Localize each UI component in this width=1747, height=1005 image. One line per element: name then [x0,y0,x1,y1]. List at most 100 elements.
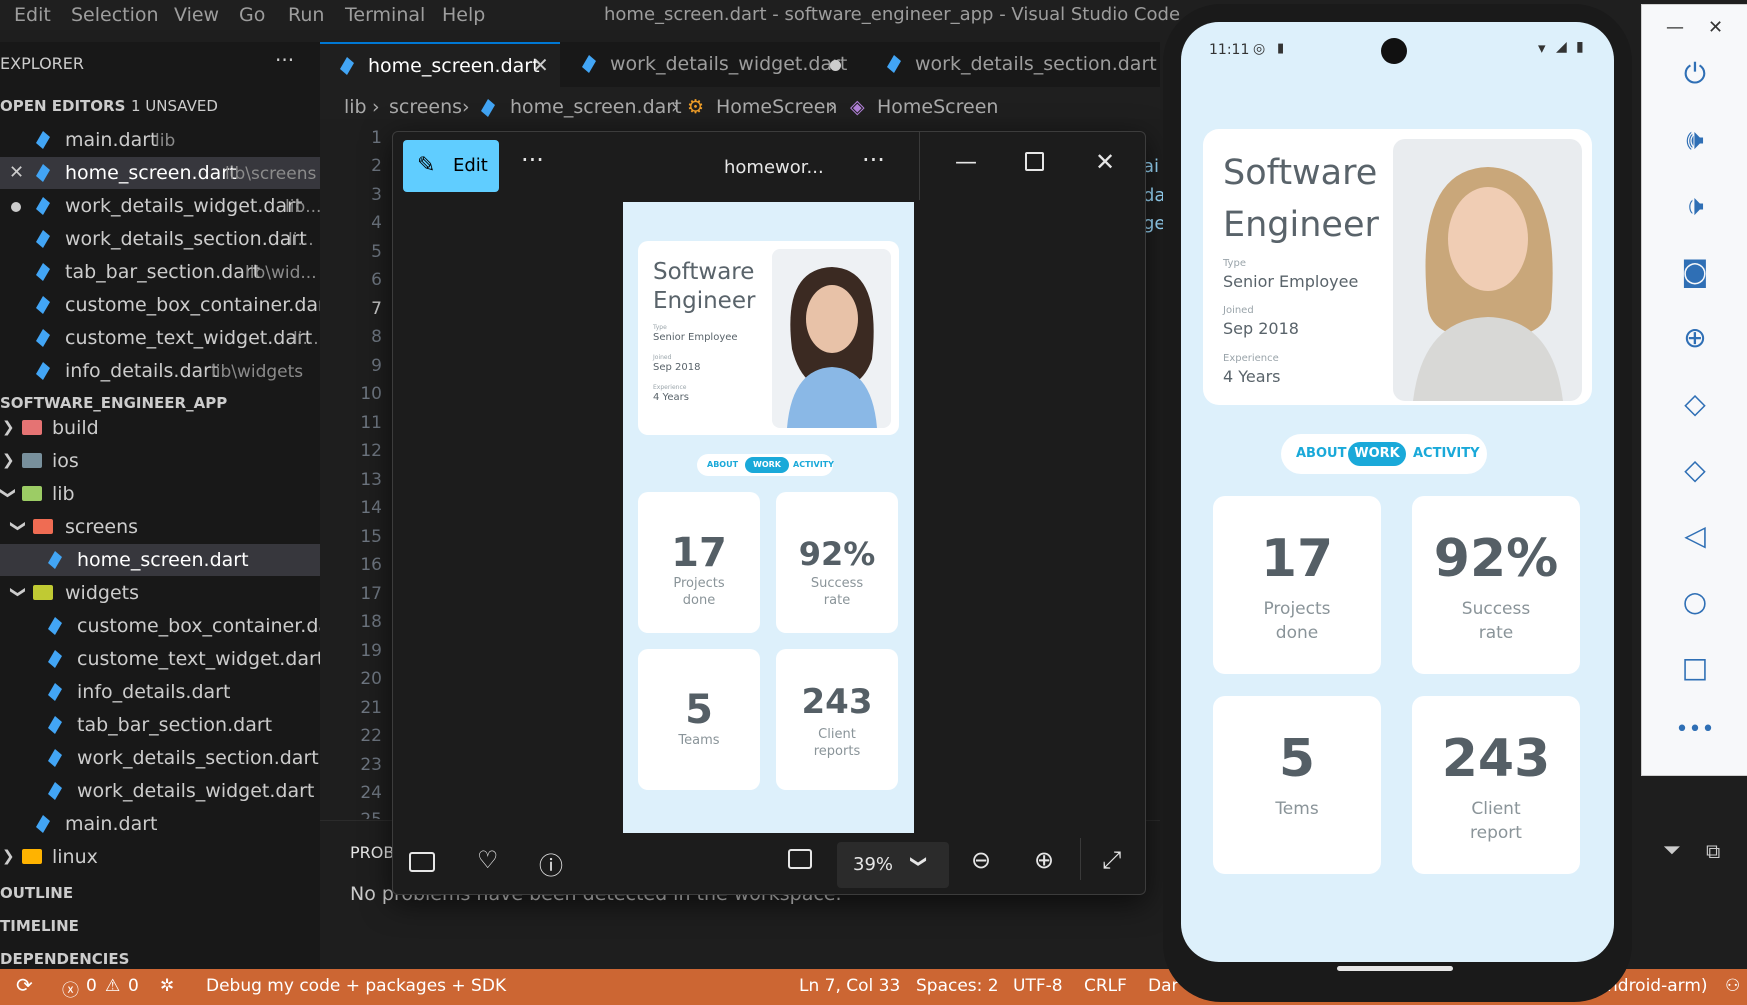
close-icon[interactable]: ✕ [532,53,549,77]
error-icon[interactable]: ⓧ [62,976,79,1001]
tree-file[interactable]: info_details.dart [0,676,320,708]
open-editor-item[interactable]: custome_box_container.dar... [0,289,320,321]
volume-down-icon[interactable]: 🕩 [1642,189,1747,223]
cursor-position[interactable]: Ln 7, Col 33 [799,976,900,996]
device-target[interactable]: ndroid-arm) [1607,976,1708,996]
menu-terminal[interactable]: Terminal [345,4,425,26]
phone-screen[interactable]: 11:11 ◎ ▮ ▾ ◢ ▮ Software Engineer Type S… [1181,22,1614,962]
fullscreen-icon[interactable]: ⤢ [1102,846,1121,874]
filter-icon[interactable]: ⏷ [1663,838,1681,863]
tree-folder-widgets[interactable]: ❯ widgets [0,577,320,609]
back-icon[interactable]: ◁ [1642,519,1747,552]
dependencies-header[interactable]: DEPENDENCIES [0,950,129,968]
tree-file-active[interactable]: home_screen.dart [0,544,320,576]
tab-about[interactable]: ABOUT [707,460,738,469]
actual-size-icon[interactable] [788,849,812,869]
breadcrumb-item[interactable]: HomeScreen [716,96,837,118]
filmstrip-icon[interactable] [409,852,435,872]
close-icon[interactable]: ✕ [1708,17,1723,38]
outline-header[interactable]: OUTLINE [0,884,73,902]
tree-folder-ios[interactable]: ❯ ios [0,445,320,477]
tab-work-details-widget[interactable]: work_details_widget.dart [562,42,862,87]
tab-activity[interactable]: ACTIVITY [793,460,834,469]
rotate-right-icon[interactable]: ◇ [1642,453,1747,486]
maximize-icon[interactable] [1025,152,1044,171]
power-icon[interactable]: ⏻ [1642,57,1747,91]
indent-setting[interactable]: Spaces: 2 [916,976,999,996]
sync-icon[interactable]: ⟳ [16,973,33,997]
tab-about[interactable]: ABOUT [1296,446,1346,461]
breadcrumb-item[interactable]: screens [389,96,462,118]
tree-file[interactable]: tab_bar_section.dart [0,709,320,741]
edit-button[interactable]: ✎ Edit [403,140,499,192]
timeline-header[interactable]: TIMELINE [0,917,79,935]
tab-activity[interactable]: ACTIVITY [1413,446,1480,461]
zoom-value: 39% [853,854,894,875]
debug-config[interactable]: Debug my code + packages + SDK [206,976,506,996]
open-editor-item-active[interactable]: ✕ home_screen.dart lib\screens [0,157,320,189]
tree-file[interactable]: main.dart [0,808,320,840]
tree-file[interactable]: custome_box_container.dart [0,610,320,642]
account-icon[interactable]: ⚇ [1725,976,1740,996]
menu-run[interactable]: Run [288,4,324,26]
more-icon[interactable]: ••• [1642,717,1747,742]
breadcrumb-item[interactable]: home_screen.dart [510,96,682,118]
menu-edit[interactable]: Edit [14,4,51,26]
menu-selection[interactable]: Selection [71,4,159,26]
menu-help[interactable]: Help [442,4,485,26]
breadcrumb-item[interactable]: lib [344,96,367,118]
camera-icon[interactable]: ◙ [1642,255,1747,288]
menu-view[interactable]: View [174,4,219,26]
collapse-icon[interactable]: ⧉ [1706,839,1720,863]
close-icon[interactable]: ✕ [1095,148,1115,176]
tree-folder-screens[interactable]: ❯ screens [0,511,320,543]
open-editors-header[interactable]: OPEN EDITORS [0,97,125,115]
debug-icon[interactable]: ✲ [160,976,174,996]
minimize-icon[interactable]: — [1666,17,1684,38]
favorite-icon[interactable]: ♡ [477,846,499,874]
tab-work-details-section[interactable]: work_details_section.dart [865,42,1160,87]
project-header[interactable]: SOFTWARE_ENGINEER_APP [0,394,227,412]
more-options-icon[interactable]: ··· [862,146,885,174]
tab-work[interactable]: WORK [745,457,789,473]
tab-home-screen[interactable]: home_screen.dart ✕ [320,42,560,89]
zoom-in-icon[interactable]: ⊕ [1034,846,1054,874]
panel-tab-problems[interactable]: PROB [350,843,394,862]
zoom-icon[interactable]: ⊕ [1642,321,1747,354]
home-icon[interactable]: ○ [1642,585,1747,618]
home-indicator[interactable] [1337,966,1453,971]
tree-file[interactable]: custome_text_widget.dart [0,643,320,675]
rotate-left-icon[interactable]: ◇ [1642,387,1747,420]
open-editor-item[interactable]: info_details.dart lib\widgets [0,355,320,387]
tree-file[interactable]: work_details_section.dart [0,742,320,774]
open-editor-item[interactable]: work_details_widget.dart lib... [0,190,320,222]
info-icon[interactable]: ⓘ [539,846,563,881]
open-editor-item[interactable]: main.dart lib [0,124,320,156]
open-editor-item[interactable]: tab_bar_section.dart lib\wid... [0,256,320,288]
more-options-icon[interactable]: ··· [521,146,544,174]
tree-file[interactable]: work_details_widget.dart [0,775,320,807]
tree-folder-lib[interactable]: ❯ lib [0,478,320,510]
open-editor-name: work_details_section.dart [65,228,307,250]
open-editor-item[interactable]: work_details_section.dart li... [0,223,320,255]
overview-icon[interactable]: □ [1642,651,1747,684]
open-editor-item[interactable]: custome_text_widget.dart li... [0,322,320,354]
dart-file-icon [48,749,62,767]
close-icon[interactable]: ✕ [9,162,24,183]
minimize-icon[interactable]: — [955,150,977,175]
job-title-line1: Software [1223,153,1378,193]
warning-icon[interactable]: ⚠ [105,976,120,996]
tree-folder-build[interactable]: ❯ build [0,412,320,444]
zoom-out-icon[interactable]: ⊖ [971,846,991,874]
breadcrumb-item[interactable]: HomeScreen [877,96,998,118]
explorer-more-icon[interactable]: ··· [275,48,294,72]
eol[interactable]: CRLF [1084,976,1127,996]
tab-work[interactable]: WORK [1348,442,1406,466]
menu-go[interactable]: Go [239,4,265,26]
zoom-dropdown[interactable]: 39% ❯ [837,842,949,888]
tree-folder-linux[interactable]: ❯ linux [0,841,320,873]
explorer-sidebar: EXPLORER ··· OPEN EDITORS 1 UNSAVED main… [0,42,320,972]
encoding[interactable]: UTF-8 [1013,976,1063,996]
volume-up-icon[interactable]: 🕪 [1642,123,1747,157]
unsaved-dot-icon [11,202,21,212]
